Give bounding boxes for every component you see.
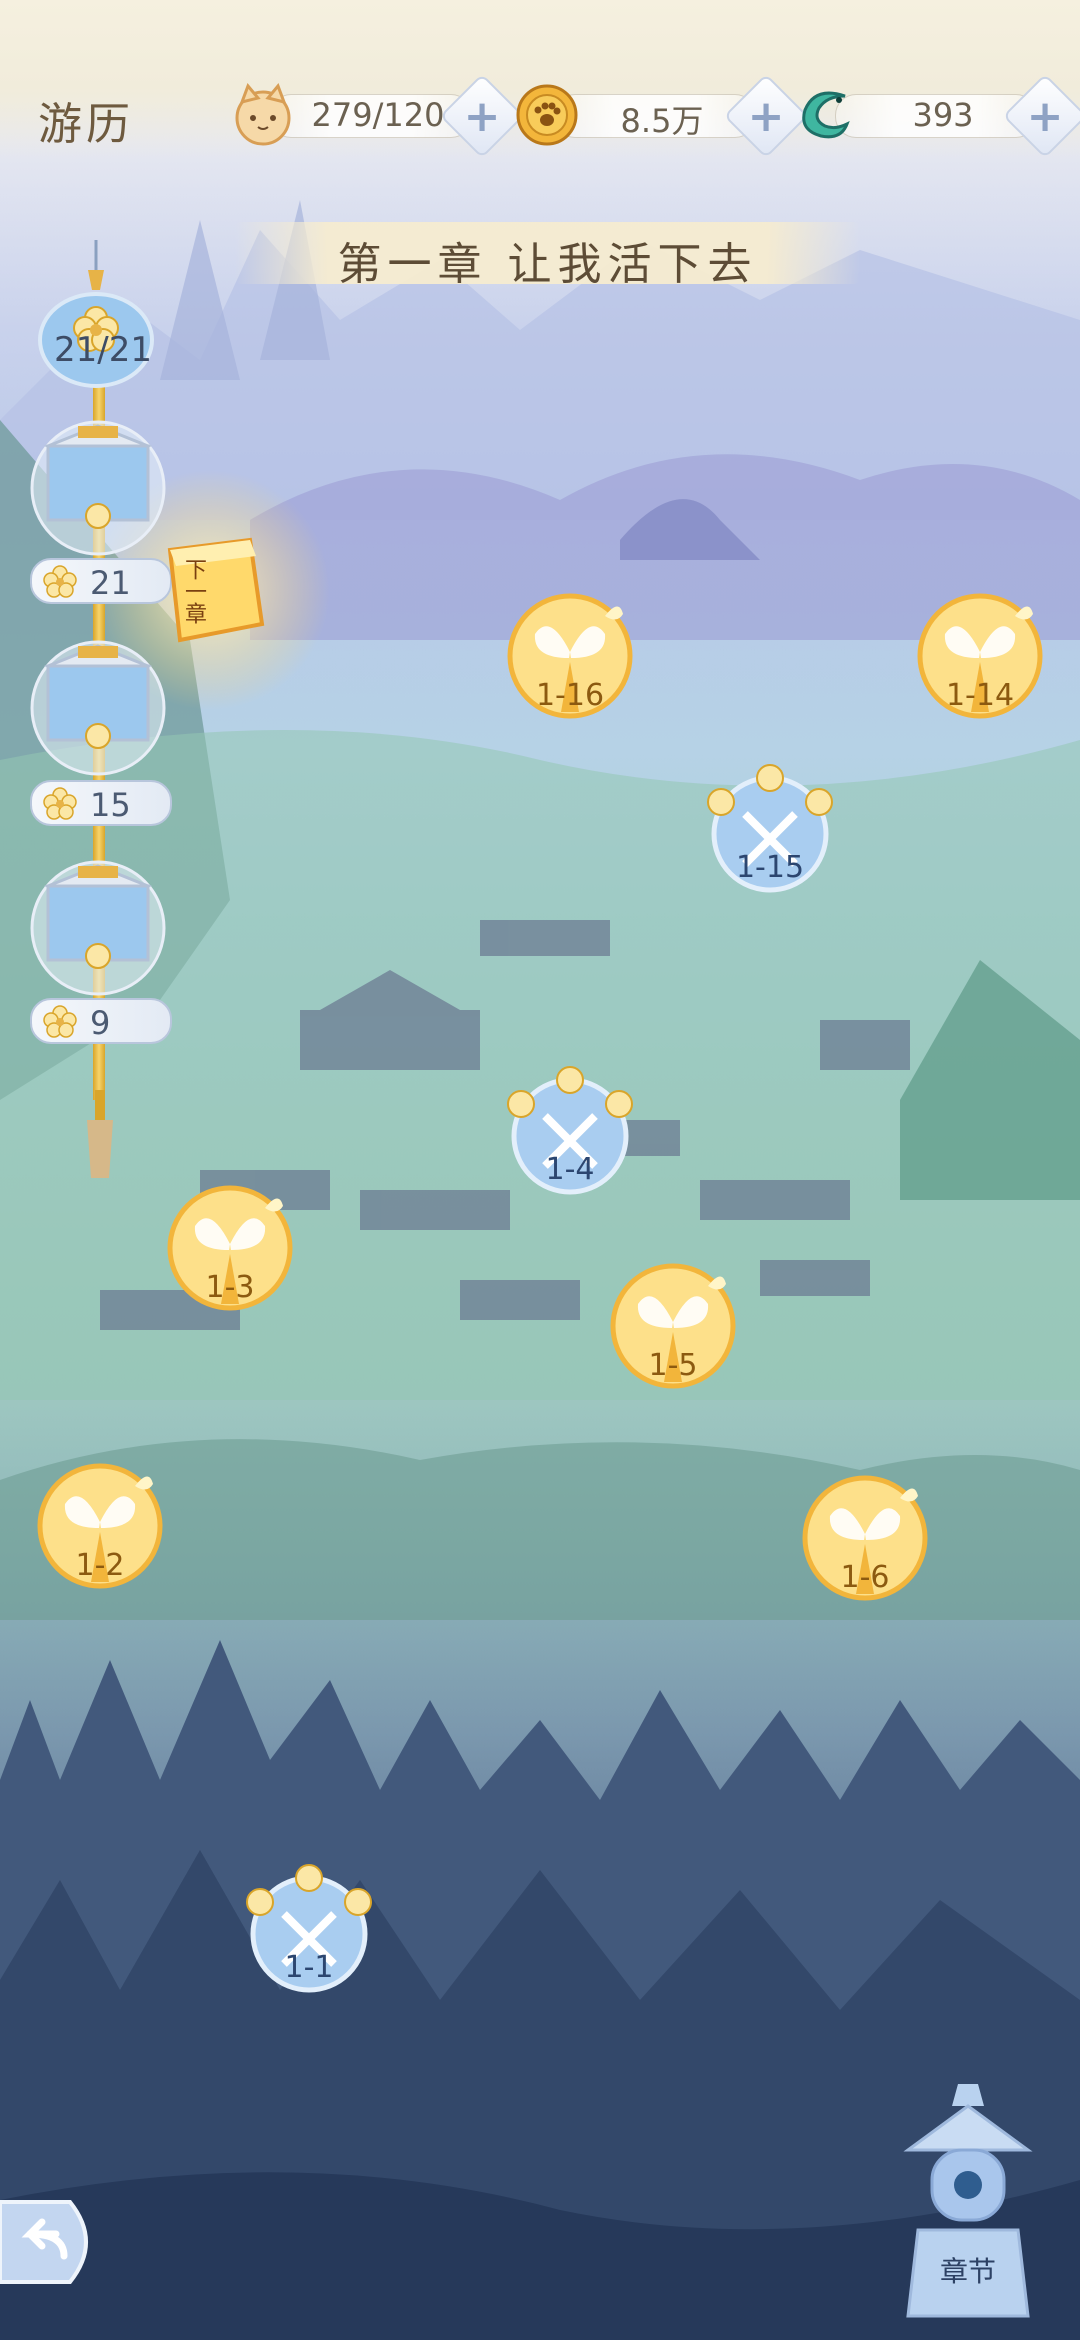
flower-icon — [43, 787, 77, 820]
tassel-icon — [87, 1090, 113, 1178]
paw-coin-icon — [516, 84, 578, 146]
battle-stage-icon — [246, 1864, 372, 1993]
jade-dragon-icon — [802, 91, 850, 139]
reward-progress: 21/21 — [54, 330, 152, 370]
milestone-pill-3: 9 — [30, 998, 172, 1044]
stage-node-1-1[interactable]: 1-1 — [234, 1860, 384, 2010]
add-jade-button[interactable]: + — [1002, 73, 1080, 159]
back-button[interactable] — [0, 2190, 104, 2294]
butterfly-stage-icon — [507, 593, 633, 719]
butterfly-stage-icon — [917, 593, 1043, 719]
cat-face-icon — [235, 83, 291, 146]
stage-node-1-14[interactable]: 1-14 — [905, 592, 1055, 742]
stage-node-1-5[interactable]: 1-5 — [598, 1262, 748, 1412]
butterfly-stage-icon — [802, 1475, 928, 1601]
butterfly-stage-icon — [37, 1463, 163, 1589]
stage-label: 1-1 — [284, 1950, 334, 1985]
stage-label: 1-15 — [735, 850, 805, 885]
butterfly-stage-icon — [167, 1185, 293, 1311]
plus-icon: + — [747, 90, 785, 142]
battle-stage-icon — [507, 1066, 633, 1195]
stage-node-1-15[interactable]: 1-15 — [695, 760, 845, 910]
stage-label: 1-4 — [545, 1152, 595, 1187]
lantern-icon — [167, 537, 265, 643]
milestone-pill-2: 15 — [30, 780, 172, 826]
stage-node-1-3[interactable]: 1-3 — [155, 1184, 305, 1334]
next-chapter-lantern[interactable]: 下一章 — [150, 532, 272, 654]
milestone-value-3: 9 — [90, 1004, 111, 1042]
stage-label: 1-14 — [945, 678, 1015, 713]
coins-value: 8.5万 — [620, 102, 704, 140]
chapter-select-button[interactable]: 章节 — [888, 2080, 1048, 2320]
stage-node-1-4[interactable]: 1-4 — [495, 1062, 645, 1212]
stage-label: 1-16 — [535, 678, 605, 713]
next-chapter-label: 下一章 — [181, 558, 206, 624]
plus-icon: + — [463, 90, 501, 142]
page-title: 游历 — [38, 99, 134, 150]
chapter-title-banner: 第一章 让我活下去 — [235, 222, 860, 290]
stage-node-1-6[interactable]: 1-6 — [790, 1474, 940, 1624]
resource-jade: 393 + — [795, 73, 1080, 159]
resource-stamina: 279/120 + — [230, 73, 525, 159]
stage-label: 1-6 — [840, 1560, 890, 1595]
stage-label: 1-2 — [75, 1548, 125, 1583]
reward-chest-2[interactable] — [18, 636, 178, 776]
back-arrow-icon — [0, 2200, 88, 2284]
flower-icon — [43, 565, 77, 598]
stamina-value: 279/120 — [311, 96, 445, 134]
butterfly-stage-icon — [610, 1263, 736, 1389]
milestone-value-2: 15 — [90, 786, 131, 824]
flower-icon — [43, 1005, 77, 1038]
stage-label: 1-5 — [648, 1348, 698, 1383]
stage-label: 1-3 — [205, 1270, 255, 1305]
jade-value: 393 — [912, 96, 974, 134]
milestone-value-1: 21 — [90, 564, 131, 602]
battle-stage-icon — [707, 764, 833, 893]
chapter-select-label: 章节 — [939, 2255, 996, 2288]
reward-chest-3[interactable] — [18, 856, 178, 996]
chapter-title: 第一章 让我活下去 — [337, 239, 758, 290]
stage-node-1-16[interactable]: 1-16 — [495, 592, 645, 742]
resource-coins: 8.5万 + — [514, 73, 809, 159]
plus-icon: + — [1026, 90, 1064, 142]
stage-node-1-2[interactable]: 1-2 — [25, 1462, 175, 1612]
